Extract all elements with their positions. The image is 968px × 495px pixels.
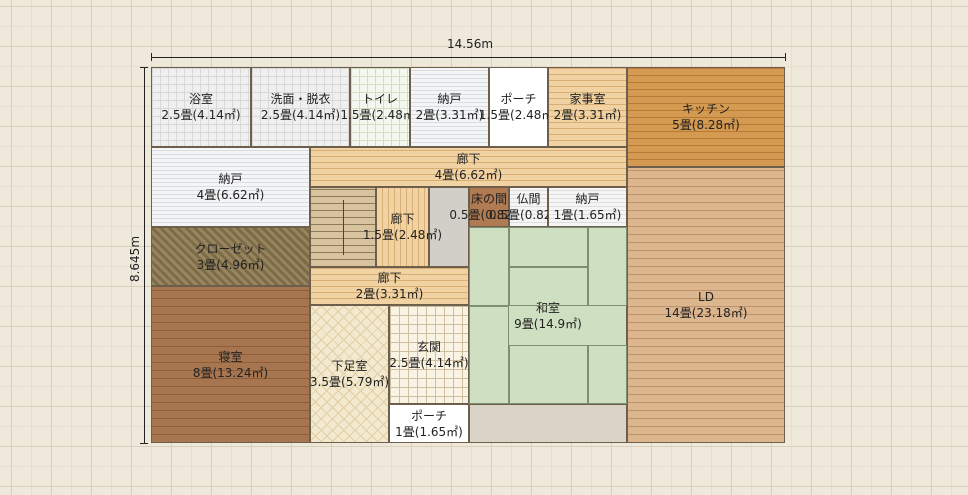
room-bath-area: 2.5畳(4.14㎡) bbox=[161, 108, 241, 122]
room-toilet[interactable]: トイレ 1.5畳(2.48㎡) bbox=[340, 67, 420, 147]
width-dimension-line bbox=[151, 57, 785, 58]
room-washroom-area: 2.5畳(4.14㎡) bbox=[260, 108, 341, 122]
garden-step-area[interactable] bbox=[469, 404, 627, 443]
tatami-mat bbox=[509, 227, 588, 267]
room-porch-bottom-name: ポーチ bbox=[410, 408, 447, 423]
room-ld-name: LD bbox=[698, 290, 714, 304]
room-storage-left-name: 納戸 bbox=[218, 172, 243, 186]
room-storage-left-area: 4畳(6.62㎡) bbox=[196, 188, 265, 202]
room-storage-top[interactable]: 納戸 2畳(3.31㎡) bbox=[410, 67, 489, 147]
room-porch-bottom-area: 1畳(1.65㎡) bbox=[395, 424, 463, 439]
room-genkan[interactable]: 玄関 2.5畳(4.14㎡) bbox=[389, 305, 469, 404]
room-washroom-name: 洗面・脱衣 bbox=[270, 92, 331, 106]
width-dimension-tick-right bbox=[785, 53, 786, 61]
room-washitsu-area: 9畳(14.9㎡) bbox=[514, 316, 582, 331]
room-storage-top-name: 納戸 bbox=[437, 92, 462, 106]
room-storage-top-area: 2畳(3.31㎡) bbox=[415, 108, 484, 122]
room-genkan-name: 玄関 bbox=[416, 339, 441, 354]
room-toilet-name: トイレ bbox=[361, 92, 398, 106]
room-butsuma[interactable]: 仏間 0.5畳(0.82㎡) bbox=[489, 187, 568, 227]
room-hall-top[interactable]: 廊下 4畳(6.62㎡) bbox=[310, 147, 627, 187]
width-dimension-tick-left bbox=[151, 53, 152, 61]
room-hall-low[interactable]: 廊下 2畳(3.31㎡) bbox=[310, 267, 469, 305]
room-hall-top-name: 廊下 bbox=[456, 152, 481, 166]
room-kitchen[interactable]: キッチン 5畳(8.28㎡) bbox=[627, 67, 785, 167]
tatami-mat bbox=[469, 227, 509, 306]
tatami-mat bbox=[469, 306, 509, 404]
height-dimension-tick-bottom bbox=[140, 443, 148, 444]
room-tokonoma-name: 床の間 bbox=[470, 192, 507, 206]
room-bath[interactable]: 浴室 2.5畳(4.14㎡) bbox=[151, 67, 251, 147]
room-genkan-area: 2.5畳(4.14㎡) bbox=[389, 355, 469, 370]
room-storage-left[interactable]: 納戸 4畳(6.62㎡) bbox=[151, 147, 310, 227]
room-housework-name: 家事室 bbox=[569, 92, 606, 106]
tatami-mat bbox=[509, 267, 588, 306]
room-ld-area: 14畳(23.18㎡) bbox=[664, 306, 748, 320]
room-storage-small[interactable]: 納戸 1畳(1.65㎡) bbox=[548, 187, 627, 227]
height-dimension-tick-top bbox=[140, 67, 148, 68]
room-butsuma-name: 仏間 bbox=[516, 192, 541, 206]
room-ld[interactable]: LD 14畳(23.18㎡) bbox=[627, 167, 785, 443]
tatami-mat bbox=[588, 345, 627, 404]
room-toilet-area: 1.5畳(2.48㎡) bbox=[340, 108, 420, 122]
room-housework-area: 2畳(3.31㎡) bbox=[553, 108, 622, 122]
room-porch-bottom[interactable]: ポーチ 1畳(1.65㎡) bbox=[389, 404, 469, 443]
room-shoe-room-name: 下足室 bbox=[331, 359, 368, 373]
room-hall-low-area: 2畳(3.31㎡) bbox=[355, 287, 424, 301]
room-bedroom-name: 寝室 bbox=[218, 349, 243, 364]
room-shoe-room-area: 3.5畳(5.79㎡) bbox=[309, 375, 390, 389]
room-bedroom[interactable]: 寝室 8畳(13.24㎡) bbox=[151, 286, 310, 443]
room-hall-low-name: 廊下 bbox=[377, 271, 402, 285]
room-washroom[interactable]: 洗面・脱衣 2.5畳(4.14㎡) bbox=[251, 67, 350, 147]
room-porch-top-name: ポーチ bbox=[500, 92, 537, 106]
room-hall-mid[interactable]: 廊下 1.5畳(2.48㎡) bbox=[363, 187, 442, 267]
tatami-mat bbox=[509, 345, 588, 404]
room-hall-top-area: 4畳(6.62㎡) bbox=[434, 168, 503, 182]
room-bath-name: 浴室 bbox=[188, 92, 213, 106]
room-storage-small-area: 1畳(1.65㎡) bbox=[553, 208, 622, 222]
staircase-direction-arrow bbox=[343, 200, 344, 255]
room-porch-top-area: 1.5畳(2.48㎡) bbox=[478, 108, 559, 122]
room-shoe-room[interactable]: 下足室 3.5畳(5.79㎡) bbox=[310, 305, 389, 443]
room-storage-small-name: 納戸 bbox=[575, 192, 600, 206]
room-hall-mid-area: 1.5畳(2.48㎡) bbox=[362, 228, 443, 242]
room-closet[interactable]: クローゼット 3畳(4.96㎡) bbox=[151, 227, 310, 286]
room-porch-top[interactable]: ポーチ 1.5畳(2.48㎡) bbox=[479, 67, 558, 147]
room-bedroom-area: 8畳(13.24㎡) bbox=[192, 365, 269, 380]
room-closet-area: 3畳(4.96㎡) bbox=[196, 257, 265, 272]
room-housework[interactable]: 家事室 2畳(3.31㎡) bbox=[548, 67, 627, 147]
height-dimension-line bbox=[144, 67, 145, 443]
room-hall-mid-name: 廊下 bbox=[390, 212, 415, 226]
tatami-mat bbox=[588, 227, 627, 306]
room-kitchen-name: キッチン bbox=[681, 102, 730, 116]
room-kitchen-area: 5畳(8.28㎡) bbox=[672, 118, 740, 132]
room-closet-name: クローゼット bbox=[194, 241, 267, 256]
width-dimension-label: 14.56m bbox=[446, 37, 494, 51]
height-dimension-label: 8.645m bbox=[128, 235, 142, 283]
